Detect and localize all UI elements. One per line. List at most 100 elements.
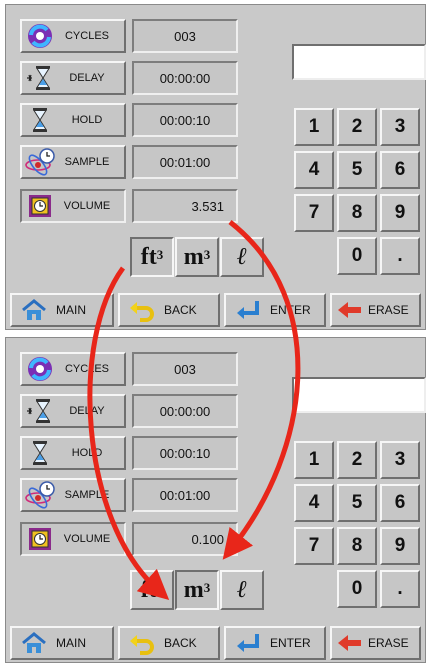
back-button[interactable]: BACK (118, 293, 220, 327)
main-button[interactable]: MAIN (10, 293, 114, 327)
key-4[interactable]: 4 (294, 484, 334, 522)
enter-label: ENTER (270, 636, 311, 650)
home-icon (22, 632, 46, 653)
unit-ft3-button[interactable]: ft 3 (130, 570, 174, 610)
hourglass-delay-icon (27, 66, 50, 90)
enter-arrow-icon (237, 301, 259, 319)
hold-button[interactable]: HOLD (20, 103, 126, 137)
back-label: BACK (164, 636, 197, 650)
main-label: MAIN (56, 636, 86, 650)
hourglass-icon (33, 108, 47, 132)
hold-value: 00:00:10 (132, 436, 238, 470)
sample-button[interactable]: SAMPLE (20, 145, 126, 179)
erase-button[interactable]: ERASE (330, 626, 421, 660)
delay-button[interactable]: DELAY (20, 61, 126, 95)
enter-button[interactable]: ENTER (224, 293, 326, 327)
unit-ft3-exp: 3 (156, 580, 164, 595)
sample-clock-icon (25, 148, 55, 176)
delay-value: 00:00:00 (132, 394, 238, 428)
erase-arrow-icon (338, 635, 361, 651)
volume-button[interactable]: VOLUME (20, 189, 126, 223)
volume-value: 3.531 (132, 189, 238, 223)
back-arrow-icon (130, 635, 154, 655)
unit-m3-button[interactable]: m3 (175, 570, 219, 610)
enter-label: ENTER (270, 303, 311, 317)
sample-button[interactable]: SAMPLE (20, 478, 126, 512)
numeric-display (292, 377, 426, 413)
key-1[interactable]: 1 (294, 108, 334, 146)
key-2[interactable]: 2 (337, 108, 377, 146)
volume-label: VOLUME (63, 200, 111, 212)
key-1[interactable]: 1 (294, 441, 334, 479)
key-6[interactable]: 6 (380, 484, 420, 522)
key-5[interactable]: 5 (337, 484, 377, 522)
delay-value: 00:00:00 (132, 61, 238, 95)
enter-arrow-icon (237, 634, 259, 652)
cycles-button[interactable]: CYCLES (20, 352, 126, 386)
back-button[interactable]: BACK (118, 626, 220, 660)
key-7[interactable]: 7 (294, 194, 334, 232)
hourglass-icon (33, 441, 47, 465)
volume-box-icon (29, 528, 51, 550)
hourglass-delay-icon (27, 399, 50, 423)
unit-ft3-exp: 3 (156, 247, 164, 262)
volume-box-icon (29, 195, 51, 217)
hold-value: 00:00:10 (132, 103, 238, 137)
unit-ft3-button[interactable]: ft 3 (130, 237, 174, 277)
unit-liter-text: ℓ (236, 576, 248, 603)
back-arrow-icon (130, 302, 154, 322)
control-panel-bottom: CYCLES 003 DELAY 00:00:00 HOLD 00:00:10 … (5, 337, 426, 663)
key-decimal[interactable]: . (380, 570, 420, 608)
unit-liter-button[interactable]: ℓ (220, 237, 264, 277)
key-9[interactable]: 9 (380, 194, 420, 232)
volume-value: 0.100 (132, 522, 238, 556)
main-button[interactable]: MAIN (10, 626, 114, 660)
back-label: BACK (164, 303, 197, 317)
enter-button[interactable]: ENTER (224, 626, 326, 660)
key-3[interactable]: 3 (380, 108, 420, 146)
unit-m3-text: m (183, 243, 204, 270)
key-8[interactable]: 8 (337, 194, 377, 232)
erase-button[interactable]: ERASE (330, 293, 421, 327)
volume-label: VOLUME (63, 533, 111, 545)
delay-button[interactable]: DELAY (20, 394, 126, 428)
key-9[interactable]: 9 (380, 527, 420, 565)
unit-m3-text: m (183, 576, 204, 603)
key-2[interactable]: 2 (337, 441, 377, 479)
key-0[interactable]: 0 (337, 570, 377, 608)
cycles-icon (28, 24, 52, 48)
volume-button[interactable]: VOLUME (20, 522, 126, 556)
unit-liter-button[interactable]: ℓ (220, 570, 264, 610)
key-8[interactable]: 8 (337, 527, 377, 565)
cycles-icon (28, 357, 52, 381)
hold-label: HOLD (71, 447, 103, 459)
sample-clock-icon (25, 481, 55, 509)
cycles-label: CYCLES (64, 363, 110, 375)
hold-label: HOLD (71, 114, 103, 126)
erase-label: ERASE (368, 303, 409, 317)
cycles-value: 003 (132, 19, 238, 53)
hold-button[interactable]: HOLD (20, 436, 126, 470)
delay-label: DELAY (69, 405, 105, 417)
key-decimal[interactable]: . (380, 237, 420, 275)
delay-label: DELAY (69, 72, 105, 84)
sample-label: SAMPLE (64, 156, 110, 168)
unit-liter-text: ℓ (236, 243, 248, 270)
key-4[interactable]: 4 (294, 151, 334, 189)
unit-ft3-text: ft (140, 243, 157, 270)
sample-value: 00:01:00 (132, 478, 238, 512)
erase-arrow-icon (338, 302, 361, 318)
unit-m3-exp: 3 (203, 580, 211, 595)
unit-m3-button[interactable]: m3 (175, 237, 219, 277)
sample-label: SAMPLE (64, 489, 110, 501)
key-6[interactable]: 6 (380, 151, 420, 189)
cycles-label: CYCLES (64, 30, 110, 42)
key-5[interactable]: 5 (337, 151, 377, 189)
key-3[interactable]: 3 (380, 441, 420, 479)
cycles-button[interactable]: CYCLES (20, 19, 126, 53)
key-0[interactable]: 0 (337, 237, 377, 275)
erase-label: ERASE (368, 636, 409, 650)
home-icon (22, 299, 46, 320)
key-7[interactable]: 7 (294, 527, 334, 565)
unit-m3-exp: 3 (203, 247, 211, 262)
